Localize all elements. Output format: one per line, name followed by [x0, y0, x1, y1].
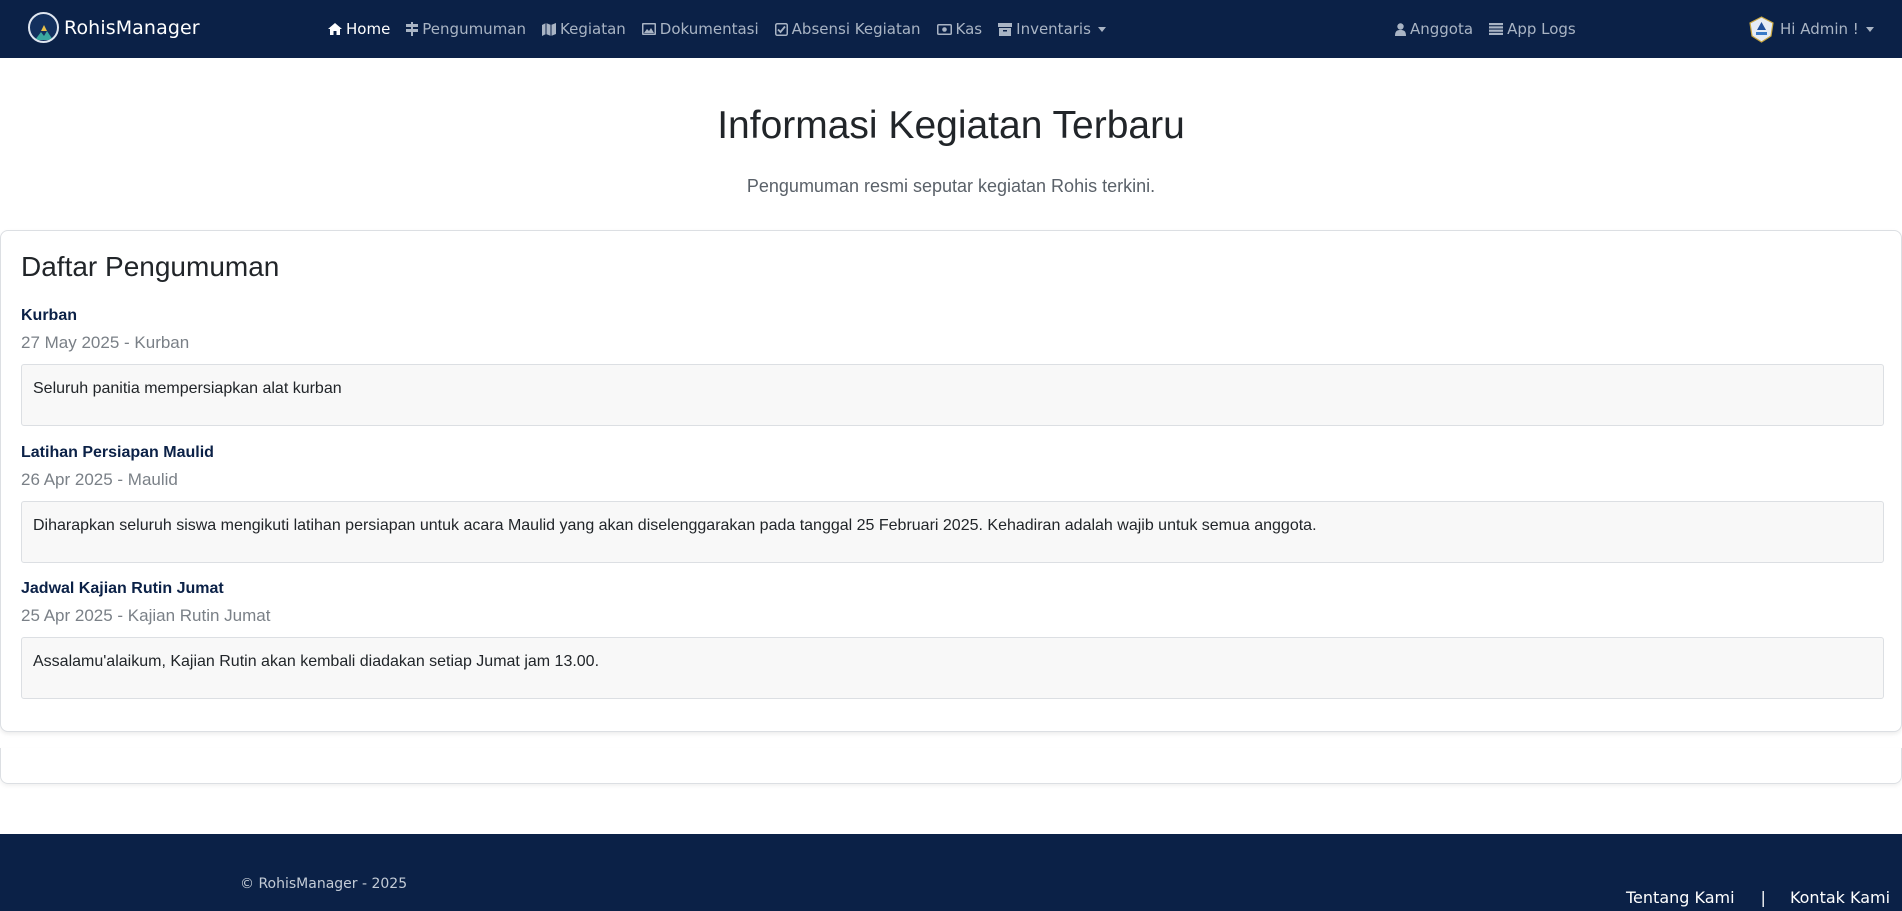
- announcement-meta: 26 Apr 2025 - Maulid: [21, 470, 178, 489]
- page-subtitle: Pengumuman resmi seputar kegiatan Rohis …: [746, 176, 1156, 196]
- announcement-body: Assalamu'alaikum, Kajian Rutin akan kemb…: [21, 637, 1884, 699]
- main-nav: Home Pengumuman Kegiatan Dokumentasi Abs…: [328, 0, 1122, 58]
- secondary-nav: Anggota App Logs: [1395, 0, 1592, 58]
- money-icon: [936, 23, 952, 35]
- rohis-logo-icon: [28, 12, 59, 43]
- page-title: Informasi Kegiatan Terbaru: [717, 104, 1185, 147]
- nav-item-anggota[interactable]: Anggota: [1395, 20, 1473, 38]
- top-navbar: RohisManager Home Pengumuman Kegiatan Do…: [0, 0, 1902, 58]
- nav-label-kas: Kas: [955, 20, 983, 38]
- user-icon: [1395, 22, 1406, 36]
- announcement-item: Jadwal Kajian Rutin Jumat 25 Apr 2025 - …: [21, 580, 1884, 699]
- brand-name: RohisManager: [64, 16, 200, 39]
- nav-label-anggota: Anggota: [1410, 20, 1474, 38]
- footer-link-tentang-kami[interactable]: Tentang Kami: [1626, 888, 1735, 907]
- announcement-meta: 27 May 2025 - Kurban: [21, 333, 190, 352]
- nav-label-home: Home: [346, 20, 391, 38]
- empty-card: [0, 748, 1902, 784]
- announcement-item: Latihan Persiapan Maulid 26 Apr 2025 - M…: [21, 444, 1884, 563]
- announcement-item: Kurban 27 May 2025 - Kurban Seluruh pani…: [21, 307, 1884, 426]
- nav-label-app-logs: App Logs: [1507, 20, 1576, 38]
- chevron-down-icon: [1865, 26, 1874, 32]
- announcement-title: Latihan Persiapan Maulid: [21, 444, 214, 461]
- nav-item-home[interactable]: Home: [328, 20, 390, 38]
- announcement-body: Diharapkan seluruh siswa mengikuti latih…: [21, 501, 1884, 563]
- announcement-meta: 25 Apr 2025 - Kajian Rutin Jumat: [21, 606, 271, 625]
- nav-label-inventaris: Inventaris: [1016, 20, 1091, 38]
- announcement-title: Kurban: [21, 307, 77, 324]
- nav-item-inventaris[interactable]: Inventaris: [998, 20, 1106, 38]
- announcement-title: Jadwal Kajian Rutin Jumat: [21, 580, 224, 597]
- list-icon: [1489, 23, 1504, 35]
- image-icon: [641, 23, 656, 35]
- nav-item-absensi-kegiatan[interactable]: Absensi Kegiatan: [774, 20, 921, 38]
- footer-link-kontak-kami[interactable]: Kontak Kami: [1790, 888, 1890, 907]
- user-greeting: Hi Admin !: [1780, 20, 1859, 38]
- nav-label-kegiatan: Kegiatan: [560, 20, 626, 38]
- signpost-icon: [406, 22, 419, 36]
- user-menu[interactable]: Hi Admin !: [1748, 0, 1874, 58]
- home-icon: [328, 23, 342, 35]
- nav-label-absensi-kegiatan: Absensi Kegiatan: [791, 20, 921, 38]
- check-square-icon: [774, 22, 788, 36]
- announcement-card: Daftar Pengumuman Kurban 27 May 2025 - K…: [0, 230, 1902, 732]
- brand[interactable]: RohisManager: [28, 12, 200, 43]
- nav-item-pengumuman[interactable]: Pengumuman: [406, 20, 526, 38]
- footer-links: Tentang Kami | Kontak Kami: [1626, 888, 1890, 907]
- nav-item-kegiatan[interactable]: Kegiatan: [542, 20, 626, 38]
- footer-separator: |: [1760, 888, 1766, 907]
- chevron-down-icon: [1097, 26, 1106, 32]
- nav-item-dokumentasi[interactable]: Dokumentasi: [641, 20, 759, 38]
- nav-item-app-logs[interactable]: App Logs: [1489, 20, 1576, 38]
- footer-copyright: © RohisManager - 2025: [240, 876, 408, 892]
- avatar: [1749, 15, 1774, 43]
- footer: © RohisManager - 2025 Tentang Kami | Kon…: [0, 834, 1902, 911]
- announcement-body: Seluruh panitia mempersiapkan alat kurba…: [21, 364, 1884, 426]
- nav-item-kas[interactable]: Kas: [936, 20, 983, 38]
- nav-label-pengumuman: Pengumuman: [422, 20, 527, 38]
- nav-label-dokumentasi: Dokumentasi: [659, 20, 759, 38]
- map-icon: [542, 22, 557, 36]
- archive-icon: [998, 22, 1013, 36]
- announcement-list-heading: Daftar Pengumuman: [21, 251, 280, 282]
